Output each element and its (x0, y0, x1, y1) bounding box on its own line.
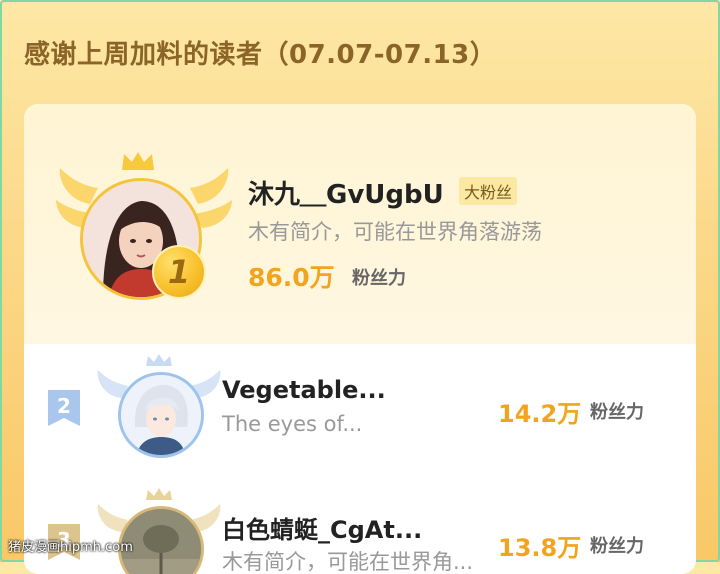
fans-count: 14.2万 (498, 400, 582, 428)
list-item[interactable]: 3 白色蜻蜓_CgAt... 木有简介，可能在世界角... 13.8万 粉丝力 (24, 486, 696, 574)
fans-unit: 粉丝力 (352, 268, 406, 289)
top-reader-panel[interactable]: 1 沐九＿GvUgbU 大粉丝 木有简介，可能在世界角落游荡 86.0万 粉丝力 (24, 104, 696, 344)
reader-name[interactable]: Vegetable... (222, 376, 386, 404)
reader-name[interactable]: 沐九＿GvUgbU (248, 174, 444, 211)
ranking-card: 1 沐九＿GvUgbU 大粉丝 木有简介，可能在世界角落游荡 86.0万 粉丝力… (24, 104, 696, 574)
fans-unit: 粉丝力 (590, 402, 644, 423)
reader-description: 木有简介，可能在世界角落游荡 (248, 220, 542, 244)
reader-description: The eyes of... (222, 412, 363, 436)
section-title: 感谢上周加料的读者（07.07-07.13） (24, 40, 497, 70)
reader-description: 木有简介，可能在世界角... (222, 550, 474, 574)
reader-name[interactable]: 白色蜻蜓_CgAt... (222, 510, 422, 545)
fans-count: 13.8万 (498, 534, 582, 562)
list-item[interactable]: 2 Vegetable... The eyes of... 14.2万 粉丝力 (24, 352, 696, 462)
fans-count: 86.0万 (248, 263, 335, 292)
fan-level-badge: 大粉丝 (459, 177, 518, 205)
crown-icon (122, 152, 154, 170)
watermark: 猪皮漫画hipmh.com (8, 540, 133, 555)
rank-number: 2 (57, 394, 71, 418)
rank-flag-2: 2 (48, 390, 80, 426)
avatar[interactable] (118, 372, 204, 458)
fans-unit: 粉丝力 (590, 536, 644, 557)
rank-medal-1: 1 (152, 245, 206, 299)
